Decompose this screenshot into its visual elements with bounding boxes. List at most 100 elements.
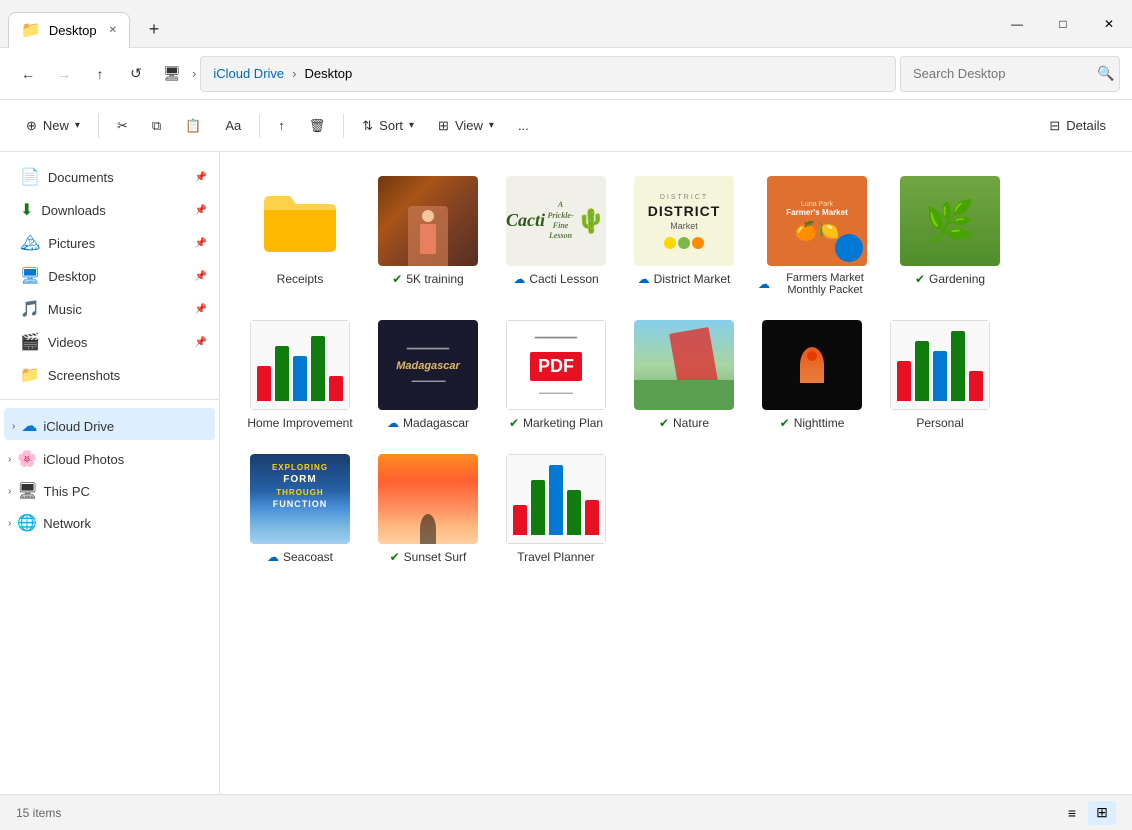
list-view-button[interactable]: ≡	[1058, 801, 1086, 825]
back-button[interactable]: ←	[12, 58, 44, 90]
grid-view-button[interactable]: ⊞	[1088, 801, 1116, 825]
screenshots-label: Screenshots	[48, 368, 120, 383]
file-seacoast[interactable]: EXPLORING FORM THROUGH FUNCTION ☁ Seacoa…	[240, 446, 360, 572]
sidebar-group-icloud-photos[interactable]: › 🌸 iCloud Photos	[0, 441, 219, 473]
travel-planner-label: Travel Planner	[517, 550, 595, 564]
cut-button[interactable]: ✂	[107, 112, 138, 140]
file-marketing-plan[interactable]: ━━━━━━━ PDF ━━━━━━━ ✔ Marketing Plan	[496, 312, 616, 438]
network-icon: 🌐	[17, 513, 37, 533]
minimize-button[interactable]: —	[994, 0, 1040, 48]
breadcrumb-separator: ›	[192, 66, 196, 81]
rename-icon: Aa	[225, 118, 241, 133]
breadcrumb[interactable]: iCloud Drive › Desktop	[200, 56, 896, 92]
sidebar-item-music[interactable]: 🎵 Music 📌	[4, 293, 215, 325]
sidebar-item-desktop[interactable]: 🖥 Desktop 📌	[4, 260, 215, 292]
new-tab-button[interactable]: +	[138, 14, 170, 46]
paste-button[interactable]: 📋	[175, 112, 211, 140]
folder-icon: 📁	[21, 20, 41, 40]
sidebar-item-videos[interactable]: 🎬 Videos 📌	[4, 326, 215, 358]
up-button[interactable]: ↑	[84, 58, 116, 90]
view-label: View	[455, 118, 483, 133]
file-sunset-surf[interactable]: ✔ Sunset Surf	[368, 446, 488, 572]
file-farmers-market[interactable]: Luna Park Farmer's Market 🍊🍋 ☁ Farmers M…	[752, 168, 882, 304]
sidebar-item-downloads[interactable]: ⬇ Downloads 📌	[4, 194, 215, 226]
sidebar-group-thispc[interactable]: › 🖥 This PC	[0, 473, 219, 505]
toolbar-separator-2	[259, 114, 260, 138]
details-icon: ⊟	[1049, 118, 1060, 134]
file-5k-training[interactable]: ✔ 5K training	[368, 168, 488, 304]
files-grid: Receipts ✔ 5K train	[240, 168, 1112, 572]
farmers-text: Farmers Market Monthly Packet	[774, 272, 876, 296]
madagascar-thumb: ━━━━━━━ Madagascar ━━━━━━━	[378, 320, 478, 410]
file-madagascar[interactable]: ━━━━━━━ Madagascar ━━━━━━━ ☁ Madagascar	[368, 312, 488, 438]
breadcrumb-icloud[interactable]: iCloud Drive	[213, 66, 284, 81]
screenshots-icon: 📁	[20, 365, 40, 385]
music-label: Music	[48, 302, 82, 317]
address-bar: ← → ↑ ↺ 🖥 › iCloud Drive › Desktop 🔍	[0, 48, 1132, 100]
home-improvement-label: Home Improvement	[247, 416, 352, 430]
nature-thumb	[634, 320, 734, 410]
file-nighttime[interactable]: ✔ Nighttime	[752, 312, 872, 438]
district-sync-icon: ☁	[638, 272, 650, 286]
sort-button[interactable]: ⇅ Sort ▾	[352, 112, 424, 140]
file-home-improvement[interactable]: Home Improvement	[240, 312, 360, 438]
downloads-icon: ⬇	[20, 200, 33, 220]
new-button[interactable]: ⊕ New ▾	[16, 112, 90, 140]
search-icon[interactable]: 🔍	[1097, 65, 1114, 82]
district-label: ☁ District Market	[638, 272, 731, 286]
delete-button[interactable]: 🗑	[299, 112, 336, 140]
content-area: Receipts ✔ 5K train	[220, 152, 1132, 794]
thispc-arrow-icon: ›	[8, 486, 11, 497]
sidebar: 📄 Documents 📌 ⬇ Downloads 📌 🏔 Pictures 📌…	[0, 152, 220, 794]
tab-close-button[interactable]: ✕	[109, 25, 117, 36]
icloud-photos-label: iCloud Photos	[43, 452, 124, 467]
file-travel-planner[interactable]: Travel Planner	[496, 446, 616, 572]
nighttime-label: ✔ Nighttime	[780, 416, 845, 430]
nighttime-thumb	[762, 320, 862, 410]
file-cacti-lesson[interactable]: Cacti A Prickle-Fine Lesson 🌵 ☁ Cacti Le…	[496, 168, 616, 304]
view-button[interactable]: ⊞ View ▾	[428, 112, 504, 140]
search-bar: 🔍	[900, 56, 1120, 92]
file-personal[interactable]: Personal	[880, 312, 1000, 438]
pin-icon: 📌	[195, 172, 207, 183]
desktop-icon: 🖥	[20, 266, 40, 286]
seacoast-text: Seacoast	[283, 550, 333, 564]
sidebar-group-icloud[interactable]: › ☁ iCloud Drive	[4, 408, 215, 440]
home-improvement-text: Home Improvement	[247, 416, 352, 430]
desktop-tab[interactable]: 📁 Desktop ✕	[8, 12, 130, 48]
search-input[interactable]	[913, 66, 1089, 81]
sidebar-group-network[interactable]: › 🌐 Network	[0, 505, 219, 537]
share-button[interactable]: ↑	[268, 112, 295, 139]
file-gardening[interactable]: 🌿 ✔ Gardening	[890, 168, 1010, 304]
marketing-plan-label: ✔ Marketing Plan	[509, 416, 603, 430]
refresh-button[interactable]: ↺	[120, 58, 152, 90]
forward-button[interactable]: →	[48, 58, 80, 90]
file-nature[interactable]: ✔ Nature	[624, 312, 744, 438]
copy-button[interactable]: ⧉	[142, 112, 171, 140]
sidebar-item-pictures[interactable]: 🏔 Pictures 📌	[4, 227, 215, 259]
sidebar-item-documents[interactable]: 📄 Documents 📌	[4, 161, 215, 193]
sunset-sync-icon: ✔	[390, 550, 400, 564]
gardening-text: Gardening	[929, 272, 985, 286]
personal-text: Personal	[916, 416, 963, 430]
close-button[interactable]: ✕	[1086, 0, 1132, 48]
more-button[interactable]: ...	[508, 112, 539, 139]
sunset-surf-thumb	[378, 454, 478, 544]
travel-planner-text: Travel Planner	[517, 550, 595, 564]
breadcrumb-desktop[interactable]: Desktop	[305, 66, 353, 81]
rename-button[interactable]: Aa	[215, 112, 251, 139]
file-receipts[interactable]: Receipts	[240, 168, 360, 304]
sidebar-item-screenshots[interactable]: 📁 Screenshots	[4, 359, 215, 391]
personal-thumb	[890, 320, 990, 410]
cacti-thumb: Cacti A Prickle-Fine Lesson 🌵	[506, 176, 606, 266]
maximize-button[interactable]: □	[1040, 0, 1086, 48]
sunset-surf-label: ✔ Sunset Surf	[390, 550, 467, 564]
details-button[interactable]: ⊟ Details	[1039, 112, 1116, 140]
desktop-pin-icon: 📌	[195, 271, 207, 282]
folder-svg	[260, 186, 340, 256]
monitor-icon: 🖥	[156, 58, 188, 90]
toolbar-separator-1	[98, 114, 99, 138]
file-district-market[interactable]: DISTRICT DISTRICT Market ☁ District Mark…	[624, 168, 744, 304]
icloud-arrow-icon: ›	[12, 421, 15, 432]
gardening-sync-icon: ✔	[915, 272, 925, 286]
